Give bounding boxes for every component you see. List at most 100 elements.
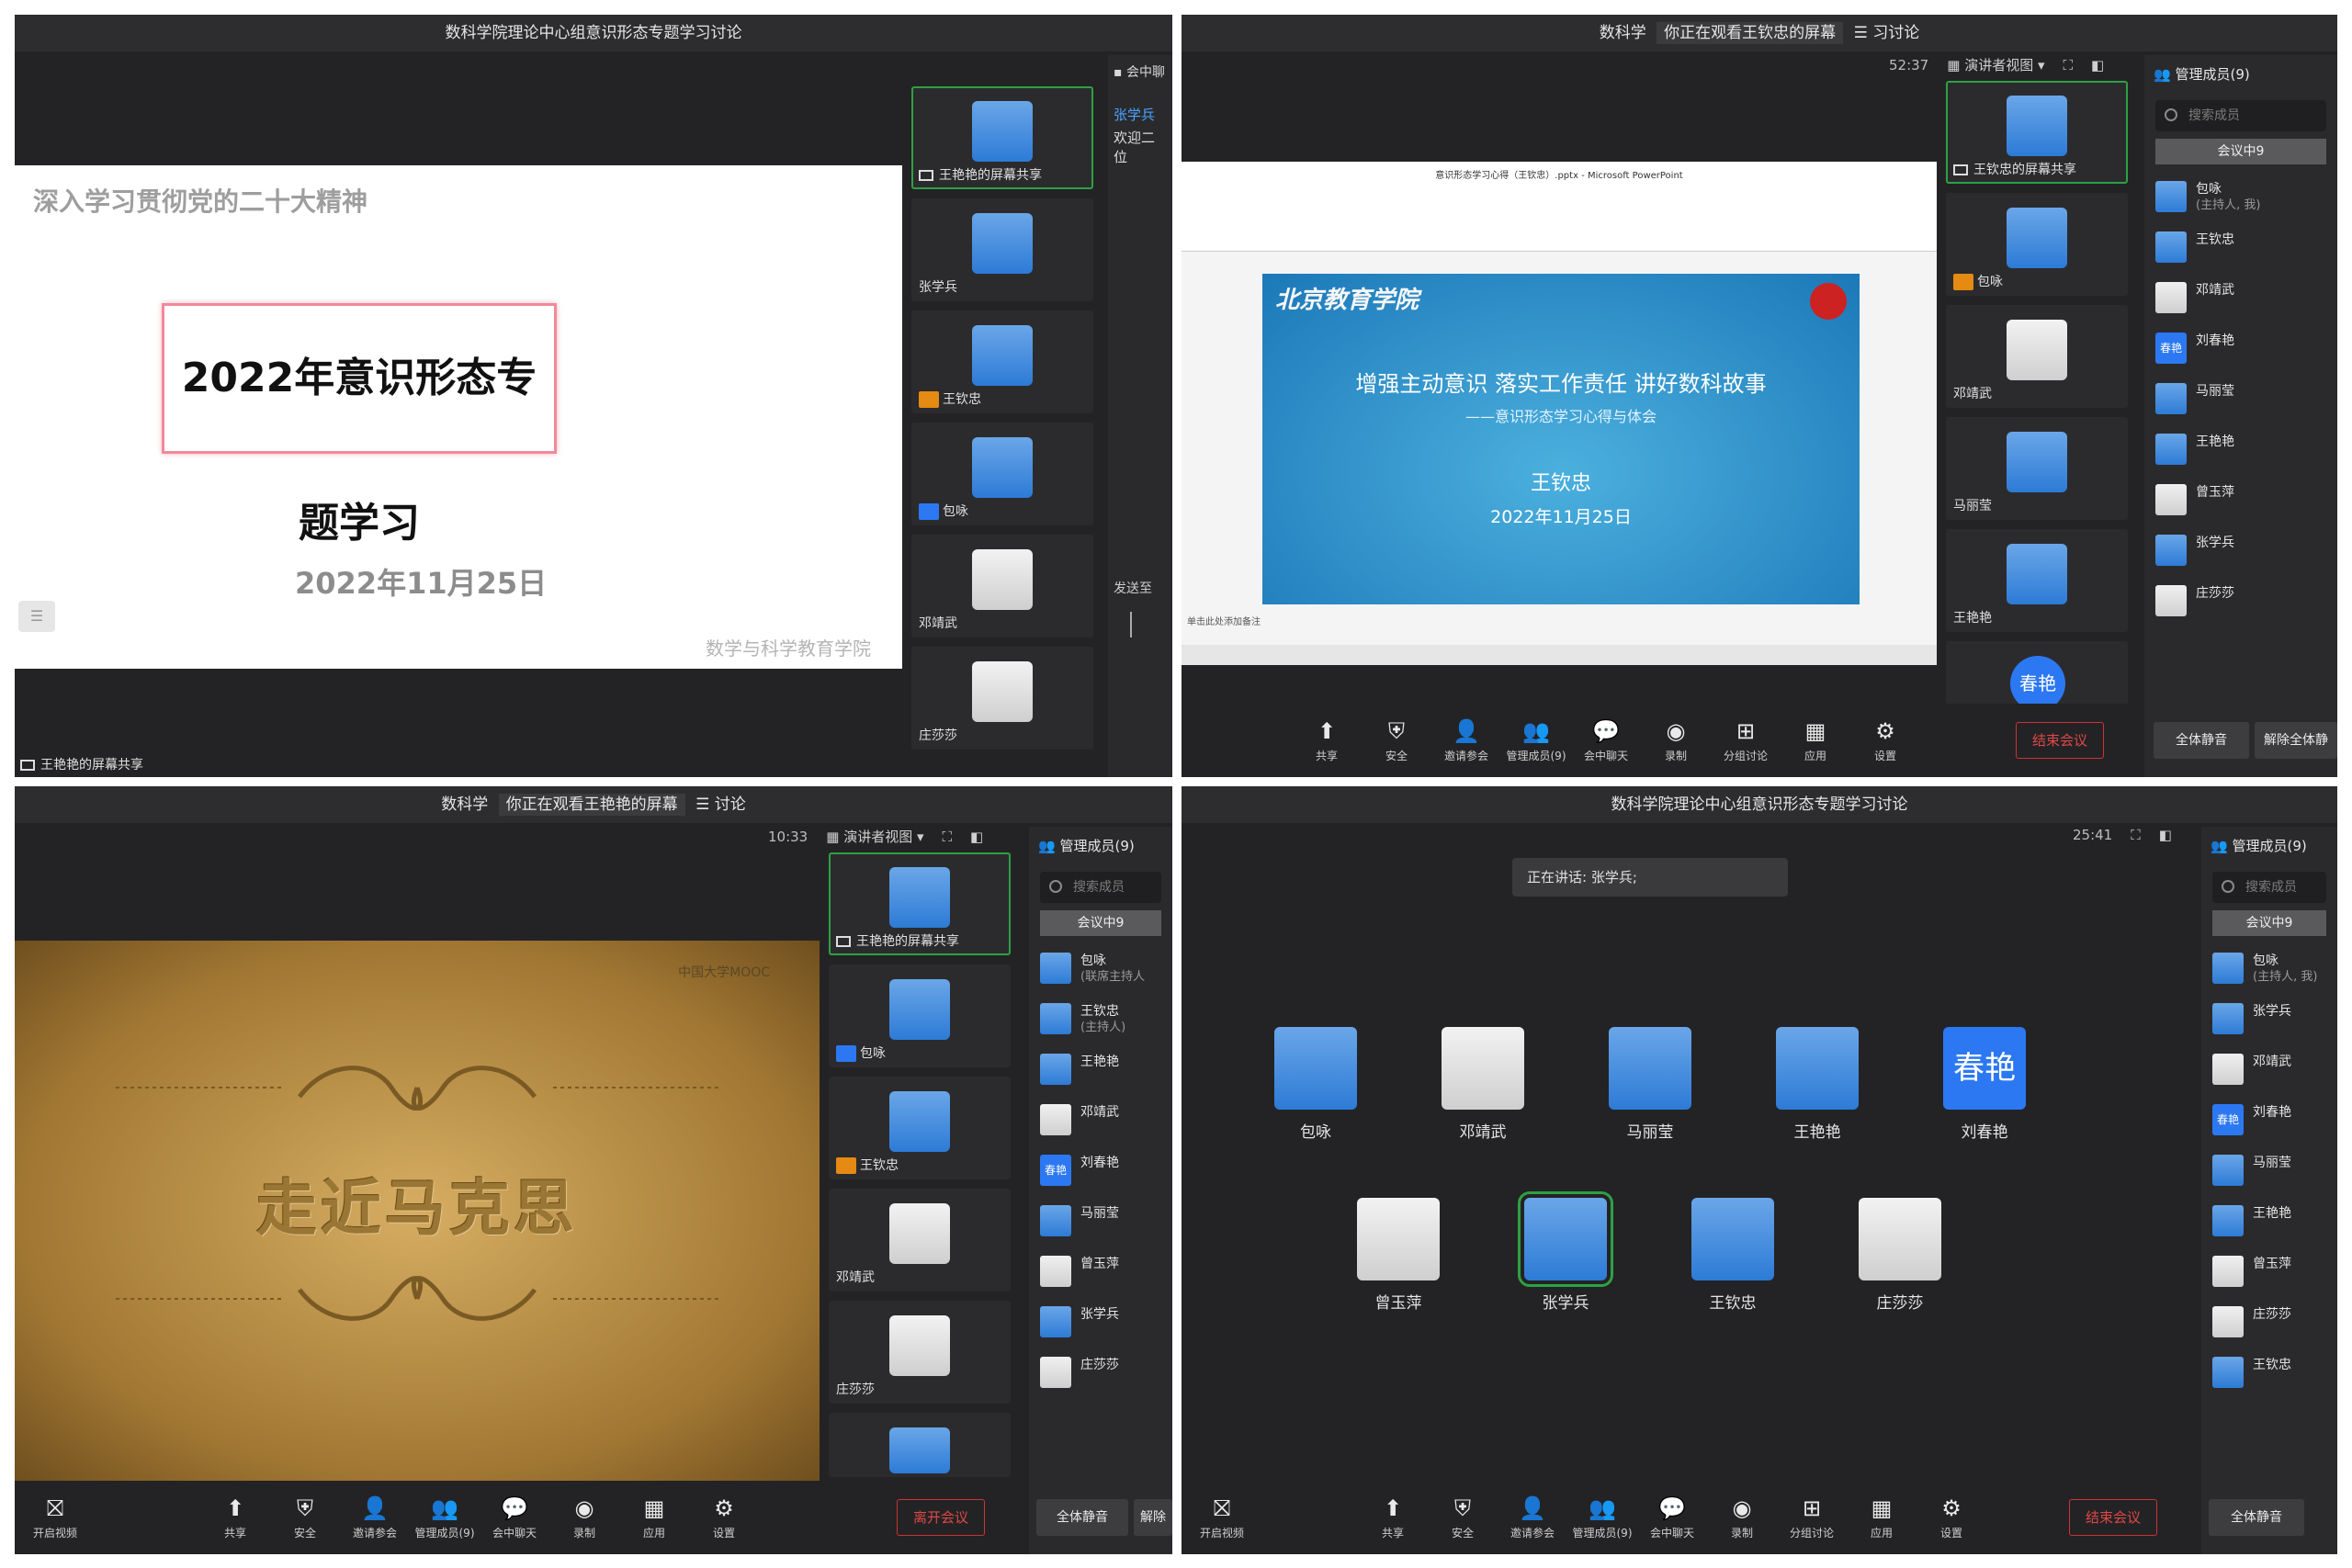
- ppt-notes[interactable]: 单击此处添加备注: [1187, 614, 1261, 627]
- menu-icon[interactable]: ☰: [18, 601, 55, 632]
- settings-button[interactable]: ⚙ 设置: [1917, 1495, 1986, 1540]
- split-icon[interactable]: ◧: [970, 829, 983, 845]
- tab-in-meeting[interactable]: 会议中9: [2155, 139, 2326, 164]
- member-item[interactable]: 王钦忠 (主持人): [1029, 996, 1172, 1046]
- breakout-button[interactable]: ⊞ 分组讨论: [1777, 1495, 1847, 1540]
- video-tile[interactable]: 庄莎莎: [911, 647, 1093, 750]
- apps-button[interactable]: ▦ 应用: [619, 1495, 689, 1540]
- chat-button[interactable]: 💬 会中聊天: [1571, 718, 1641, 763]
- fullscreen-icon[interactable]: ⛶: [2131, 827, 2141, 843]
- invite-button[interactable]: 👤 邀请参会: [1498, 1495, 1567, 1540]
- grid-tile[interactable]: 庄莎莎: [1854, 1198, 1946, 1313]
- video-tile[interactable]: 庄莎莎: [829, 1301, 1011, 1404]
- settings-button[interactable]: ⚙ 设置: [689, 1495, 759, 1540]
- apps-button[interactable]: ▦ 应用: [1781, 718, 1850, 763]
- grid-tile[interactable]: 曾玉萍: [1352, 1198, 1444, 1313]
- record-button[interactable]: ◉ 录制: [1641, 718, 1711, 763]
- record-button[interactable]: ◉ 录制: [1707, 1495, 1777, 1540]
- fullscreen-icon[interactable]: ⛶: [943, 829, 953, 845]
- share-button[interactable]: ⬆ 共享: [1358, 1495, 1428, 1540]
- member-item[interactable]: 张学兵: [2201, 996, 2337, 1046]
- grid-tile[interactable]: 春艳 刘春艳: [1939, 1027, 2030, 1142]
- member-item[interactable]: 春艳 刘春艳: [1029, 1147, 1172, 1198]
- chat-button[interactable]: 💬 会中聊天: [480, 1495, 549, 1540]
- member-item[interactable]: 马丽莹: [1029, 1198, 1172, 1248]
- split-icon[interactable]: ◧: [2091, 57, 2104, 73]
- view-mode-button[interactable]: ▦ 演讲者视图 ▾: [826, 827, 923, 846]
- video-tile[interactable]: 王艳艳的屏幕共享: [829, 852, 1011, 955]
- tab-in-meeting[interactable]: 会议中9: [2212, 910, 2326, 936]
- invite-button[interactable]: 👤 邀请参会: [340, 1495, 410, 1540]
- grid-tile[interactable]: 马丽莹: [1604, 1027, 1696, 1142]
- security-button[interactable]: ⛨ 安全: [1428, 1495, 1498, 1540]
- grid-tile[interactable]: 张学兵: [1518, 1191, 1613, 1313]
- share-button[interactable]: ⬆ 共享: [200, 1495, 270, 1540]
- video-tile[interactable]: 包咏: [829, 964, 1011, 1067]
- member-item[interactable]: 春艳 刘春艳: [2144, 325, 2337, 376]
- member-item[interactable]: 春艳 刘春艳: [2201, 1097, 2337, 1147]
- security-button[interactable]: ⛨ 安全: [1362, 718, 1431, 763]
- video-tile[interactable]: 邓靖武: [911, 535, 1093, 637]
- leave-meeting-button[interactable]: 离开会议: [897, 1499, 985, 1536]
- fullscreen-icon[interactable]: ⛶: [2064, 57, 2074, 73]
- video-tile[interactable]: 包咏: [911, 423, 1093, 525]
- search-input[interactable]: 搜索成员: [1040, 872, 1161, 903]
- video-tile[interactable]: 马丽莹: [1946, 417, 2128, 520]
- video-tile[interactable]: 王钦忠的屏幕共享: [1946, 81, 2128, 184]
- video-button[interactable]: ⛝ 开启视频: [20, 1495, 90, 1540]
- chat-button[interactable]: 💬 会中聊天: [1637, 1495, 1707, 1540]
- member-item[interactable]: 王艳艳: [1029, 1046, 1172, 1097]
- members-button[interactable]: 👥 管理成员(9): [410, 1495, 480, 1540]
- search-input[interactable]: 搜索成员: [2212, 872, 2326, 903]
- video-tile[interactable]: 王钦忠: [911, 310, 1093, 413]
- member-item[interactable]: 王艳艳: [2201, 1198, 2337, 1248]
- member-item[interactable]: 曾玉萍: [1029, 1248, 1172, 1299]
- member-item[interactable]: 包咏 (联席主持人: [1029, 945, 1172, 996]
- member-item[interactable]: 曾玉萍: [2201, 1248, 2337, 1299]
- member-item[interactable]: 张学兵: [1029, 1299, 1172, 1349]
- member-item[interactable]: 曾玉萍: [2144, 477, 2337, 527]
- video-tile[interactable]: 邓靖武: [829, 1189, 1011, 1292]
- share-button[interactable]: ⬆ 共享: [1292, 718, 1362, 763]
- security-button[interactable]: ⛨ 安全: [270, 1495, 340, 1540]
- mute-all-button[interactable]: 全体静音: [1036, 1499, 1128, 1536]
- member-item[interactable]: 邓靖武: [2144, 275, 2337, 325]
- member-item[interactable]: 邓靖武: [1029, 1097, 1172, 1147]
- member-item[interactable]: 张学兵: [2144, 527, 2337, 578]
- settings-button[interactable]: ⚙ 设置: [1850, 718, 1920, 763]
- member-item[interactable]: 王钦忠: [2144, 224, 2337, 275]
- grid-tile[interactable]: 邓靖武: [1437, 1027, 1529, 1142]
- member-item[interactable]: 庄莎莎: [1029, 1349, 1172, 1400]
- member-item[interactable]: 王钦忠: [2201, 1349, 2337, 1400]
- end-meeting-button[interactable]: 结束会议: [2069, 1499, 2157, 1536]
- video-button[interactable]: ⛝ 开启视频: [1187, 1495, 1257, 1540]
- video-tile[interactable]: 王艳艳: [1946, 529, 2128, 632]
- members-button[interactable]: 👥 管理成员(9): [1501, 718, 1571, 763]
- member-item[interactable]: 马丽莹: [2144, 376, 2337, 426]
- breakout-button[interactable]: ⊞ 分组讨论: [1711, 718, 1781, 763]
- mute-all-button[interactable]: 全体静音: [2209, 1499, 2304, 1536]
- chat-input-cursor[interactable]: [1130, 612, 1132, 637]
- end-meeting-button[interactable]: 结束会议: [2016, 722, 2104, 759]
- unmute-all-button[interactable]: 解除全体静: [2255, 722, 2337, 759]
- member-item[interactable]: 庄莎莎: [2201, 1299, 2337, 1349]
- apps-button[interactable]: ▦ 应用: [1847, 1495, 1917, 1540]
- grid-tile[interactable]: 王艳艳: [1771, 1027, 1863, 1142]
- invite-button[interactable]: 👤 邀请参会: [1431, 718, 1501, 763]
- grid-tile[interactable]: 包咏: [1270, 1027, 1362, 1142]
- grid-tile[interactable]: 王钦忠: [1687, 1198, 1779, 1313]
- video-tile[interactable]: 张学兵: [911, 198, 1093, 301]
- video-tile[interactable]: 包咏: [1946, 193, 2128, 296]
- video-tile[interactable]: 王艳艳的屏幕共享: [911, 86, 1093, 189]
- video-tile[interactable]: 邓靖武: [1946, 305, 2128, 408]
- unmute-button[interactable]: 解除: [1134, 1499, 1172, 1536]
- member-item[interactable]: 王艳艳: [2144, 426, 2337, 477]
- member-item[interactable]: 包咏 (主持人, 我): [2201, 945, 2337, 996]
- split-icon[interactable]: ◧: [2159, 827, 2172, 843]
- view-mode-button[interactable]: ▦ 演讲者视图 ▾: [1947, 55, 2044, 74]
- members-button[interactable]: 👥 管理成员(9): [1567, 1495, 1637, 1540]
- tab-in-meeting[interactable]: 会议中9: [1040, 910, 1161, 936]
- search-input[interactable]: 搜索成员: [2155, 100, 2326, 131]
- member-item[interactable]: 马丽莹: [2201, 1147, 2337, 1198]
- member-item[interactable]: 庄莎莎: [2144, 578, 2337, 628]
